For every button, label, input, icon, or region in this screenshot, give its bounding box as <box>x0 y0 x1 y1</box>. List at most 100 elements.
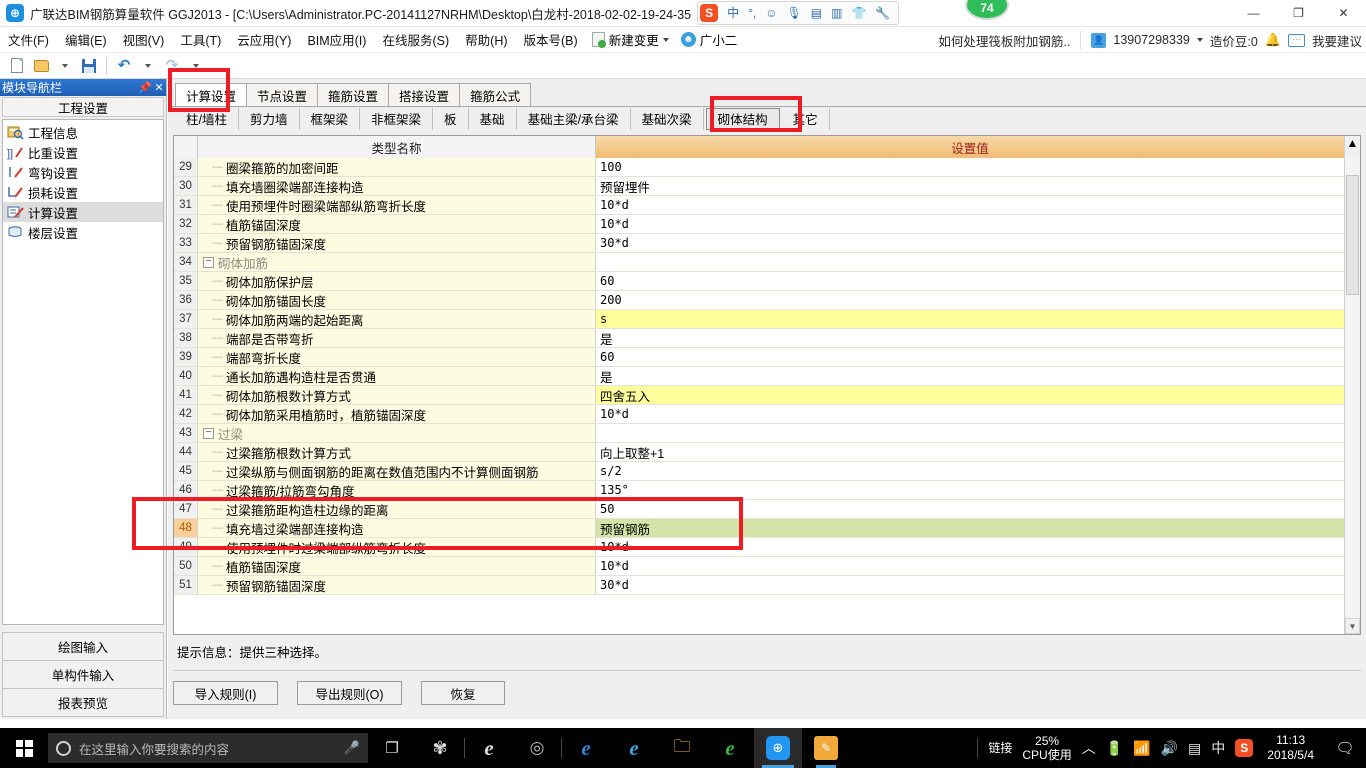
taskbar-app-360-browser[interactable]: e <box>706 728 754 768</box>
table-row[interactable]: 34− 砌体加筋 <box>174 253 1344 272</box>
ime-keyboard-icon[interactable]: ▤ <box>811 7 822 19</box>
menu-file[interactable]: 文件(F) <box>0 27 57 52</box>
table-row[interactable]: 50— 植筋锚固深度 10*d <box>174 557 1344 576</box>
ime-language-indicator[interactable]: 中 <box>1211 738 1225 758</box>
sogou-tray-icon[interactable]: S <box>1235 739 1254 757</box>
undo-dropdown-button[interactable] <box>137 55 159 76</box>
microphone-icon[interactable]: 🎤 <box>344 740 360 756</box>
sogou-logo-icon[interactable]: S <box>700 4 719 22</box>
ime-emoji-icon[interactable]: ☺ <box>765 7 777 19</box>
restore-button[interactable]: 恢复 <box>421 681 505 705</box>
row-setting-value[interactable]: 10*d <box>596 538 1344 556</box>
taskbar-app-notes[interactable]: ✎ <box>802 728 850 768</box>
table-row[interactable]: 29— 圈梁箍筋的加密间距 100 <box>174 158 1344 177</box>
taskbar-app-internet-explorer[interactable]: e <box>610 728 658 768</box>
tab-stirrup-formula[interactable]: 箍筋公式 <box>459 83 532 106</box>
table-row[interactable]: 41— 砌体加筋根数计算方式 四舍五入 <box>174 386 1344 405</box>
suggestion-label[interactable]: 我要建议 <box>1312 31 1362 50</box>
chevron-down-icon[interactable] <box>662 37 669 42</box>
taskbar-app-ie-outline[interactable]: e <box>465 728 513 768</box>
row-setting-value[interactable]: 30*d <box>596 576 1344 594</box>
taskbar-app-sogou[interactable]: ✾ <box>416 728 464 768</box>
row-setting-value[interactable] <box>596 253 1344 271</box>
tab-stirrup-settings[interactable]: 箍筋设置 <box>317 83 390 106</box>
table-row[interactable]: 43− 过梁 <box>174 424 1344 443</box>
wifi-icon[interactable]: 📶 <box>1133 740 1150 757</box>
sidebar-item-weight-settings[interactable]: ]] 比重设置 <box>3 142 163 162</box>
row-setting-value[interactable]: 10*d <box>596 215 1344 233</box>
ime-skin-icon[interactable]: 👕 <box>851 7 866 19</box>
mode-drawing-input[interactable]: 绘图输入 <box>2 632 164 661</box>
tab-shear-wall[interactable]: 剪力墙 <box>239 107 300 130</box>
task-view-button[interactable]: ❐ <box>368 728 416 768</box>
row-setting-value[interactable]: 135° <box>596 481 1344 499</box>
scrollbar-thumb[interactable] <box>1346 175 1359 295</box>
minimize-button[interactable]: — <box>1231 0 1276 27</box>
row-setting-value[interactable]: 是 <box>596 367 1344 385</box>
menu-online-service[interactable]: 在线服务(S) <box>374 27 457 52</box>
tab-column-wall-column[interactable]: 柱/墙柱 <box>175 107 239 130</box>
table-row[interactable]: 49— 使用预埋件时过梁端部纵筋弯折长度 10*d <box>174 538 1344 557</box>
scroll-down-button[interactable]: ▼ <box>1345 618 1360 634</box>
start-button[interactable] <box>0 728 48 768</box>
keyboard-icon[interactable]: ▤ <box>1188 740 1201 757</box>
ime-punct-icon[interactable]: °, <box>748 7 756 19</box>
table-row[interactable]: 51— 预留钢筋锚固深度 30*d <box>174 576 1344 595</box>
table-row[interactable]: 47— 过梁箍筋距构造柱边缘的距离 50 <box>174 500 1344 519</box>
close-icon[interactable]: ✕ <box>152 81 166 94</box>
table-row[interactable]: 37— 砌体加筋两端的起始距离 s <box>174 310 1344 329</box>
row-setting-value[interactable]: s/2 <box>596 462 1344 480</box>
table-row[interactable]: 39— 端部弯折长度 60 <box>174 348 1344 367</box>
table-row[interactable]: 46— 过梁箍筋/拉筋弯勾角度 135° <box>174 481 1344 500</box>
menu-edit[interactable]: 编辑(E) <box>57 27 115 52</box>
mode-report-preview[interactable]: 报表预览 <box>2 688 164 717</box>
tab-frame-beam[interactable]: 框架梁 <box>300 107 361 130</box>
tab-foundation-main-beam[interactable]: 基础主梁/承台梁 <box>517 107 631 130</box>
open-dropdown-button[interactable] <box>54 55 76 76</box>
bell-icon[interactable]: 🔔 <box>1265 32 1281 48</box>
new-change-button[interactable]: 新建变更 <box>586 28 675 51</box>
tray-link-label[interactable]: 链接 <box>988 741 1012 755</box>
menu-help[interactable]: 帮助(H) <box>457 27 515 52</box>
export-rules-button[interactable]: 导出规则(O) <box>297 681 402 705</box>
save-button[interactable] <box>78 55 100 76</box>
tab-lap-settings[interactable]: 搭接设置 <box>388 83 461 106</box>
undo-button[interactable]: ↶ <box>113 55 135 76</box>
mode-single-component-input[interactable]: 单构件输入 <box>2 660 164 689</box>
column-header-setting-value[interactable]: 设置值 <box>596 136 1344 158</box>
menu-tools[interactable]: 工具(T) <box>172 27 229 52</box>
sidebar-item-project-info[interactable]: 工程信息 <box>3 122 163 142</box>
import-rules-button[interactable]: 导入规则(I) <box>173 681 278 705</box>
menu-version[interactable]: 版本号(B) <box>516 27 586 52</box>
pin-icon[interactable]: 📌 <box>138 81 152 94</box>
table-row[interactable]: 33— 预留钢筋锚固深度 30*d <box>174 234 1344 253</box>
sidebar-item-loss-settings[interactable]: 损耗设置 <box>3 182 163 202</box>
row-setting-value[interactable]: 60 <box>596 348 1344 366</box>
tree-collapse-icon[interactable]: − <box>203 427 214 439</box>
row-setting-value[interactable]: 四舍五入 <box>596 386 1344 404</box>
row-setting-value[interactable]: 预留钢筋 <box>596 519 1344 537</box>
sidebar-item-calc-settings[interactable]: 计算设置 <box>3 202 163 222</box>
row-setting-value[interactable]: 是 <box>596 329 1344 347</box>
redo-dropdown-button[interactable] <box>185 55 207 76</box>
taskbar-app-glodon[interactable]: ⊕ <box>754 728 802 768</box>
table-row[interactable]: 42— 砌体加筋采用植筋时，植筋锚固深度 10*d <box>174 405 1344 424</box>
volume-icon[interactable]: 🔊 <box>1161 740 1178 757</box>
taskbar-app-spiral[interactable]: ◎ <box>513 728 561 768</box>
ime-voice-icon[interactable]: 🎙 <box>787 7 802 19</box>
assistant-button[interactable]: ☻ 广小二 <box>675 28 744 51</box>
suggestion-icon[interactable]: ··· <box>1287 33 1305 47</box>
table-row[interactable]: 40— 通长加筋遇构造柱是否贯通是 <box>174 367 1344 386</box>
row-setting-value[interactable]: 60 <box>596 272 1344 290</box>
taskbar-app-file-explorer[interactable]: 🗀 <box>658 728 706 768</box>
maximize-button[interactable]: ❐ <box>1276 0 1321 27</box>
row-setting-value[interactable]: 30*d <box>596 234 1344 252</box>
row-setting-value[interactable]: 200 <box>596 291 1344 309</box>
open-file-button[interactable] <box>30 55 52 76</box>
table-row[interactable]: 38— 端部是否带弯折是 <box>174 329 1344 348</box>
notification-badge[interactable]: 74 <box>965 0 1009 20</box>
tab-node-settings[interactable]: 节点设置 <box>246 83 319 106</box>
account-chevron-down-icon[interactable] <box>1196 38 1203 42</box>
ime-toolbar[interactable]: S 中 °, ☺ 🎙 ▤ ▥ 👕 🔧 <box>697 1 900 25</box>
table-row[interactable]: 30— 填充墙圈梁端部连接构造 预留埋件 <box>174 177 1344 196</box>
